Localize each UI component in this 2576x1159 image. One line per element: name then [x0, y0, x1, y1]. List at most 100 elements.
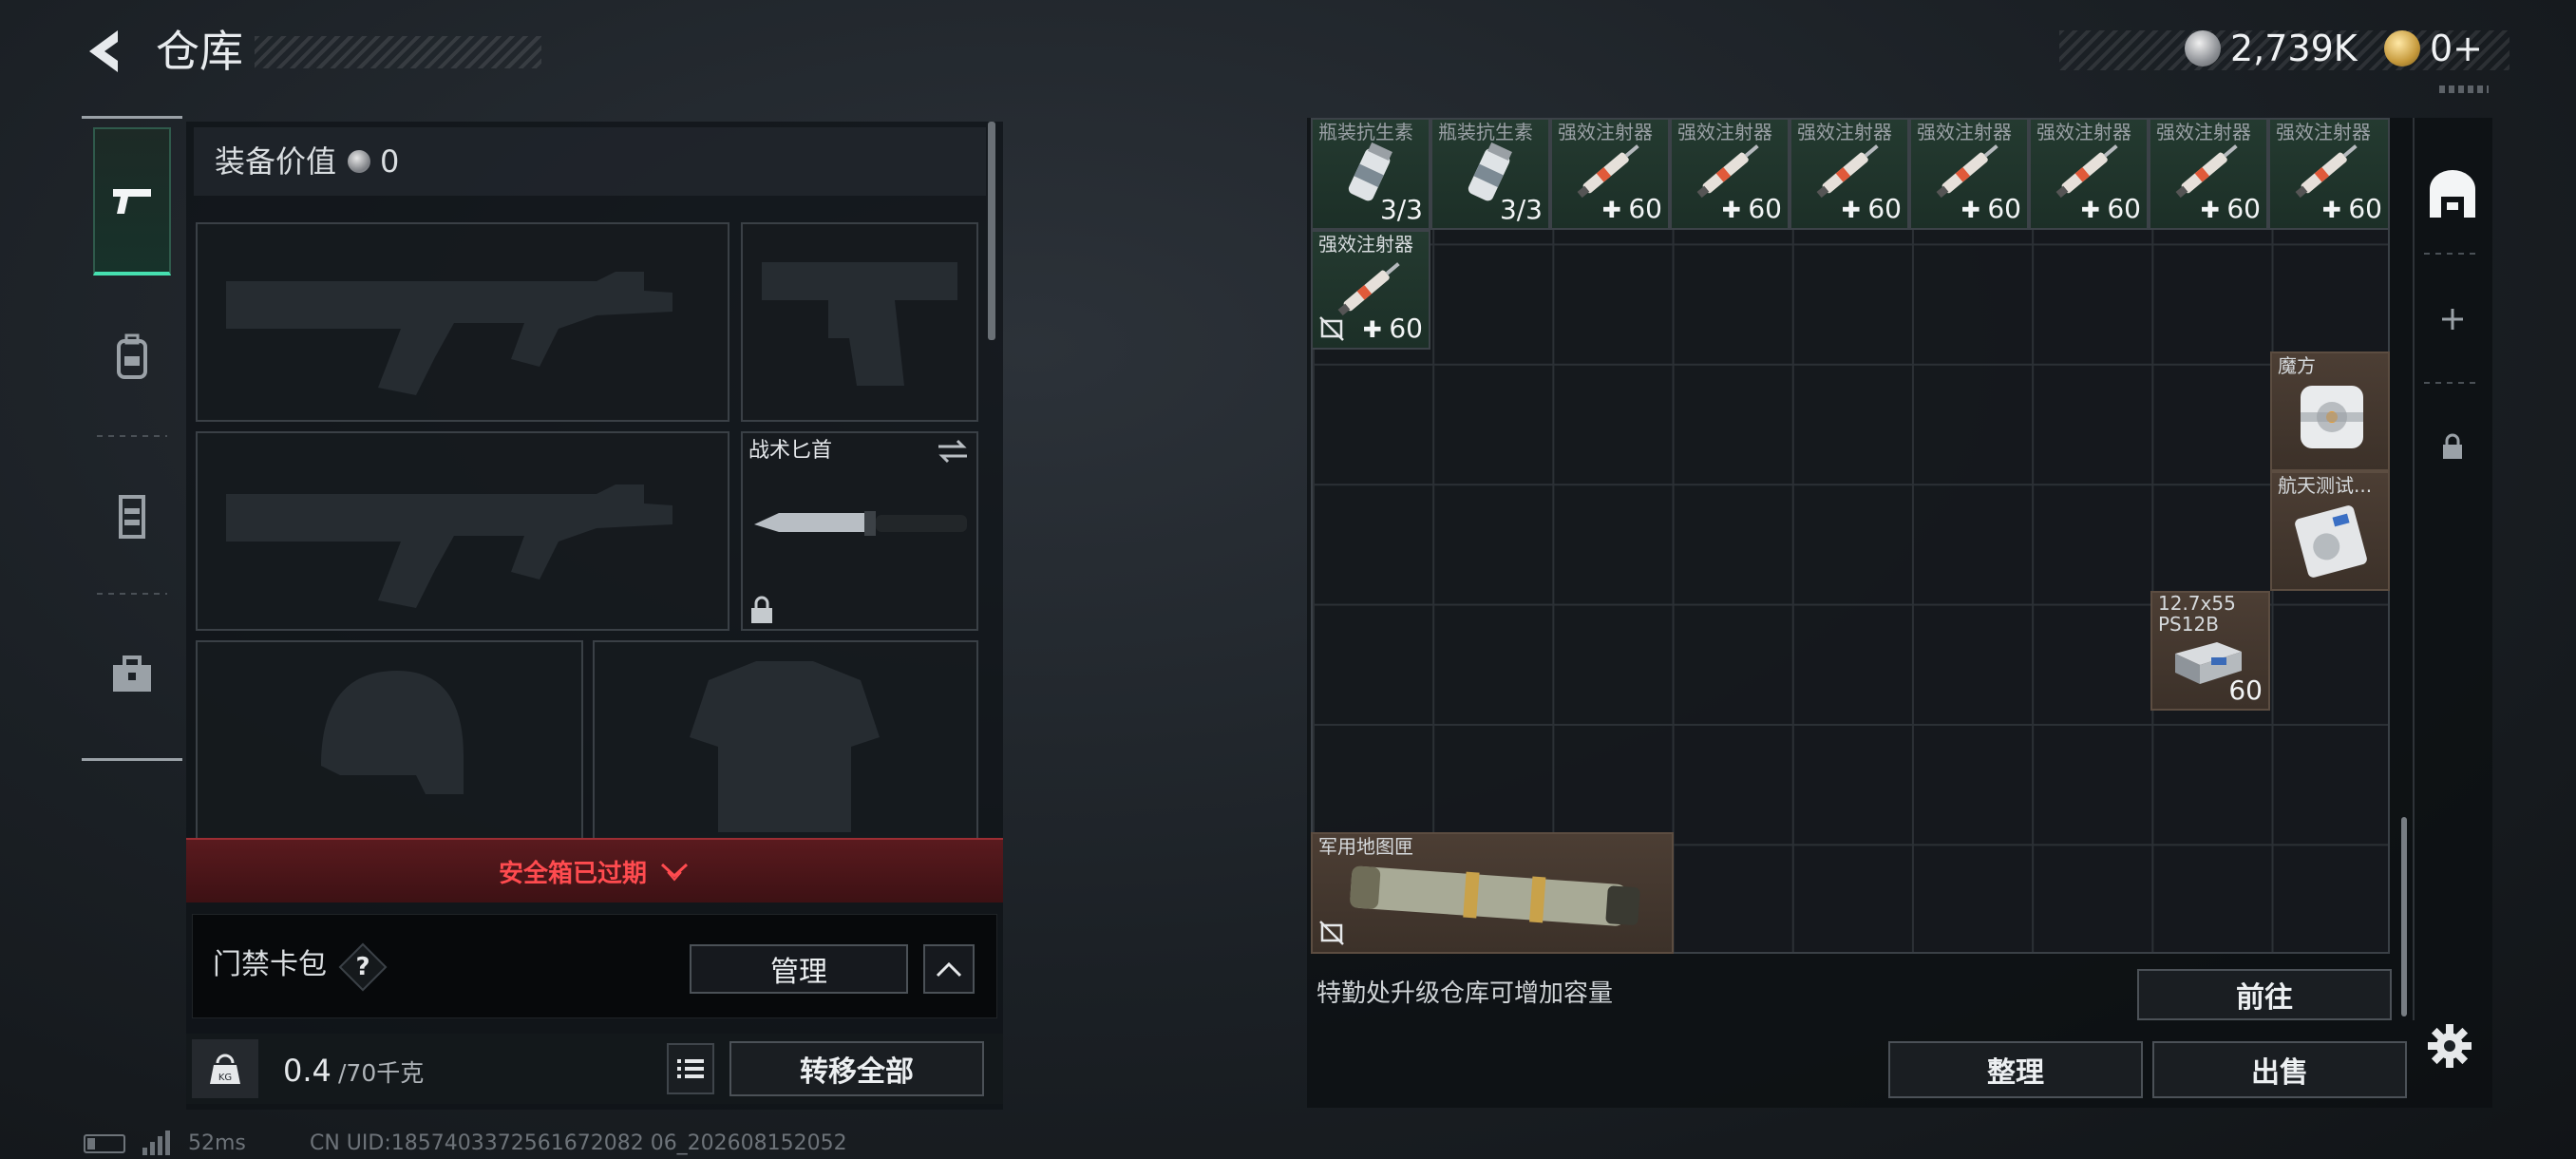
syringe-icon: [2055, 144, 2118, 199]
sidearm-slot[interactable]: [741, 222, 978, 422]
equipment-value-label: 装备价值: [215, 143, 337, 180]
syringe-icon: [1577, 144, 1639, 199]
syringe-icon: [1936, 144, 1998, 199]
pistol-icon: [113, 189, 151, 214]
warehouse-icon: [2430, 170, 2475, 218]
backpack-icon: [117, 333, 147, 379]
nav-divider: [97, 593, 167, 595]
gold-currency-amount[interactable]: 0+: [2430, 27, 2483, 70]
primary-weapon-slot[interactable]: [196, 222, 729, 422]
safe-box-expired-banner[interactable]: 安全箱已过期: [186, 838, 1003, 902]
pistol-silhouette-icon: [762, 262, 957, 386]
tab-warehouse[interactable]: [2418, 152, 2487, 238]
manage-button[interactable]: 管理: [690, 944, 908, 994]
kettlebell-icon: KG: [210, 1054, 240, 1084]
stash-item[interactable]: 强效注射器 60: [1790, 118, 1909, 230]
stash-item[interactable]: 瓶装抗生素 3/3: [1430, 118, 1550, 230]
loadout-scrollbar[interactable]: [988, 122, 995, 340]
vest-icon: [119, 495, 145, 539]
stash-item[interactable]: 强效注射器 60: [2149, 118, 2268, 230]
upgrade-hint: 特勤处升级仓库可增加容量: [1316, 979, 1614, 1008]
nav-bottom-line: [82, 758, 182, 761]
no-insurance-icon: [1319, 316, 1344, 341]
gear-icon[interactable]: [2426, 1022, 2473, 1070]
equipment-value-amount: 0: [380, 143, 400, 180]
nav-tab-weapons[interactable]: [93, 127, 171, 276]
stash-item[interactable]: 强效注射器 60: [1311, 230, 1430, 350]
stash-item[interactable]: 强效注射器 60: [2268, 118, 2390, 230]
collapse-button[interactable]: [923, 944, 975, 994]
nav-tab-backpack[interactable]: [93, 283, 171, 431]
stash-item[interactable]: 军用地图匣: [1311, 832, 1674, 954]
silver-currency-amount: 2,739K: [2230, 28, 2358, 69]
add-tab-button[interactable]: [2418, 281, 2487, 357]
syringe-icon: [1696, 144, 1759, 199]
dots-icon: [2439, 86, 2489, 93]
briefcase-icon: [113, 656, 151, 692]
stash-item[interactable]: 强效注射器 60: [1909, 118, 2029, 230]
sell-button[interactable]: 出售: [2152, 1041, 2407, 1098]
locked-tab[interactable]: [2418, 408, 2487, 484]
stash-scrollbar[interactable]: [2401, 817, 2407, 1016]
chevron-down-icon: [660, 863, 689, 882]
cube-icon: [2301, 386, 2363, 448]
lock-icon: [2443, 433, 2462, 459]
gold-coin-icon: [2384, 30, 2420, 66]
nav-tab-vest[interactable]: [93, 443, 171, 591]
rifle-silhouette-icon: [226, 272, 672, 395]
svg-text:KG: KG: [218, 1073, 232, 1083]
side-tabs-divider: [2424, 382, 2481, 384]
stash-item[interactable]: 强效注射器 60: [1550, 118, 1670, 230]
rifle-silhouette-icon: [226, 484, 672, 608]
help-icon[interactable]: ?: [346, 950, 380, 984]
signal-icon: [142, 1130, 170, 1155]
syringe-icon: [2295, 144, 2358, 199]
stash-grid[interactable]: [1311, 122, 2390, 954]
stash-item[interactable]: 12.7x55 PS12B 60: [2150, 591, 2270, 711]
lock-icon: [751, 596, 772, 623]
weight-max: /70千克: [338, 1059, 425, 1087]
back-arrow-icon[interactable]: [80, 25, 133, 78]
stash-item[interactable]: 魔方: [2270, 352, 2390, 471]
stash-item[interactable]: 航天测试...: [2270, 471, 2390, 591]
silver-coin-icon: [2185, 30, 2221, 66]
sort-button[interactable]: 整理: [1888, 1041, 2143, 1098]
swap-icon[interactable]: [935, 437, 971, 466]
value-coin-icon: [348, 150, 370, 173]
syringe-icon: [1337, 262, 1400, 316]
page-title: 仓库: [156, 26, 243, 77]
combat-knife-icon: [754, 511, 967, 536]
stash-item[interactable]: 强效注射器 60: [1670, 118, 1790, 230]
syringe-icon: [1816, 144, 1879, 199]
armor-slot[interactable]: [593, 640, 978, 840]
stash-item[interactable]: 强效注射器 60: [2029, 118, 2149, 230]
side-tabs-divider: [2424, 253, 2481, 255]
helmet-slot[interactable]: [196, 640, 583, 840]
list-icon: [677, 1059, 704, 1078]
nav-top-line: [82, 116, 182, 119]
helmet-silhouette-icon: [321, 671, 464, 794]
space-device-icon: [2295, 505, 2367, 578]
secondary-weapon-slot[interactable]: [196, 431, 729, 631]
melee-item-name: 战术匕首: [748, 439, 833, 463]
transfer-all-button[interactable]: 转移全部: [729, 1041, 984, 1096]
armor-silhouette-icon: [690, 661, 880, 832]
player-uid: CN UID:1857403372561672082 06_2026081520…: [310, 1131, 847, 1155]
stash-item[interactable]: 瓶装抗生素 3/3: [1311, 118, 1430, 230]
syringe-icon: [2175, 144, 2238, 199]
plus-icon: [2442, 309, 2463, 330]
chevron-up-icon: [936, 961, 962, 978]
nav-divider: [97, 435, 167, 437]
weight-icon: KG: [192, 1039, 258, 1098]
safe-box-status: 安全箱已过期: [498, 859, 647, 888]
title-decoration: [255, 36, 541, 68]
ping-indicator: 52ms: [188, 1131, 246, 1155]
goto-button[interactable]: 前往: [2137, 969, 2392, 1020]
nav-tab-case[interactable]: [93, 600, 171, 749]
battery-level: [87, 1138, 95, 1150]
list-view-button[interactable]: [667, 1043, 714, 1094]
map-tube-icon: [1350, 865, 1640, 926]
no-insurance-icon: [1319, 921, 1344, 945]
keycard-pack-label: 门禁卡包: [213, 948, 327, 981]
weight-current: 0.4: [283, 1053, 331, 1089]
